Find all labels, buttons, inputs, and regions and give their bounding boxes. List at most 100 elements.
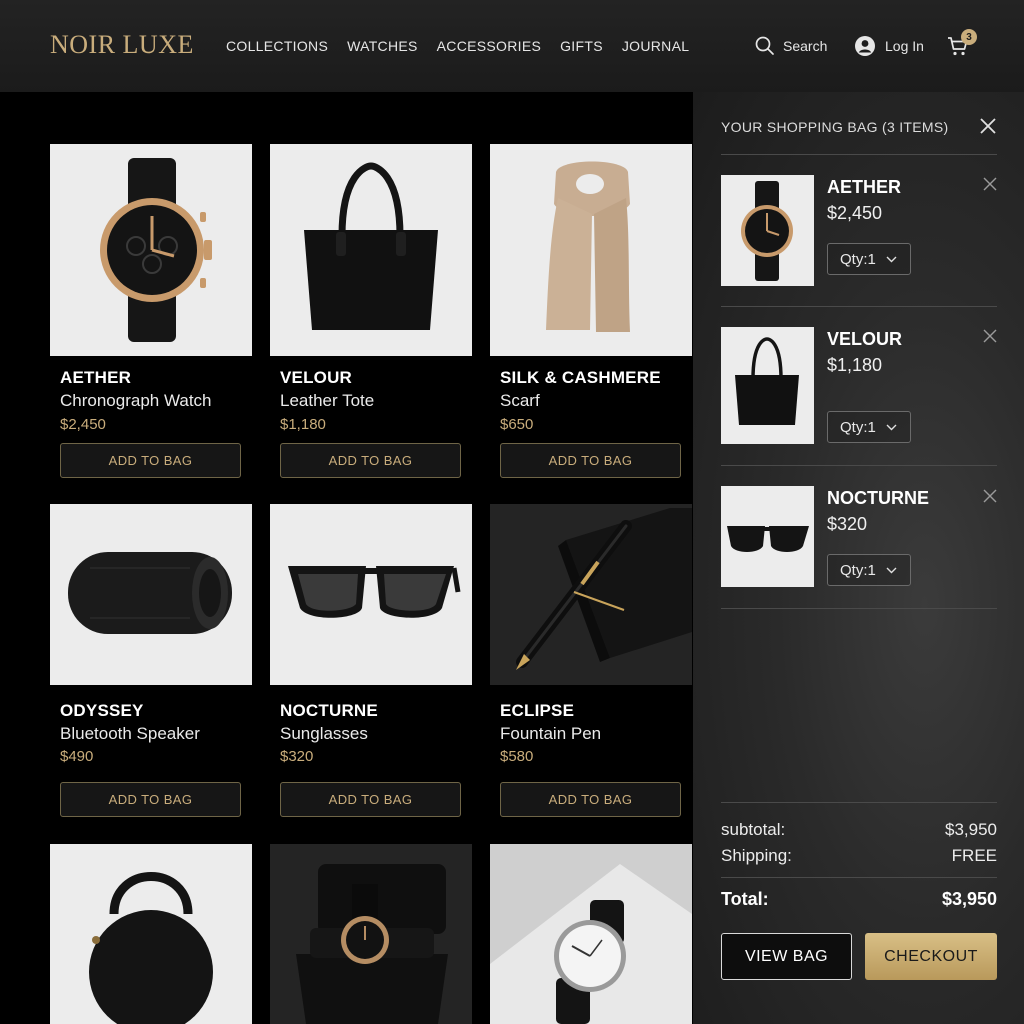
nav-collections[interactable]: COLLECTIONS [226,38,328,54]
drawer-title: YOUR SHOPPING BAG (3 ITEMS) [721,119,949,135]
total-row: Total: $3,950 [721,889,997,910]
product-price: $1,180 [280,416,326,433]
quantity-select[interactable]: Qty:1 [827,554,911,586]
product-brand: SILK & CASHMERE [500,368,661,387]
product-price: $320 [280,748,314,765]
product-name: Leather Tote [280,391,375,410]
scarf-icon [546,161,630,332]
product-image[interactable] [490,504,692,685]
search-icon [755,36,774,55]
bag-item-thumbnail[interactable] [721,175,814,286]
cart-button[interactable]: 3 [946,0,977,92]
search-button[interactable]: Search [755,0,827,92]
subtotal-label: subtotal: [721,820,786,839]
product-image[interactable] [270,504,472,685]
bag-item-thumbnail[interactable] [721,486,814,587]
bag-item: NOCTURNE $320 Qty:1 [721,486,997,588]
search-label: Search [783,38,828,54]
pen-icon [516,508,692,670]
product-image[interactable] [490,844,692,1024]
remove-item-icon[interactable] [983,489,997,503]
nav-watches[interactable]: WATCHES [347,38,418,54]
round-bag-icon [89,872,213,1024]
shipping-row: Shipping: FREE [721,846,997,866]
add-to-bag-button[interactable]: ADD TO BAG [280,443,461,478]
close-icon[interactable] [979,117,997,135]
bag-item-price: $320 [827,514,868,534]
product-price: $490 [60,748,94,765]
sunglasses-icon [288,566,461,618]
product-image[interactable] [490,144,692,356]
product-name: Chronograph Watch [60,391,212,410]
nav-journal[interactable]: JOURNAL [622,38,689,54]
shipping-label: Shipping: [721,846,792,865]
product-card[interactable]: VELOUR Leather Tote $1,180 ADD TO BAG [270,144,472,478]
add-to-bag-button[interactable]: ADD TO BAG [60,443,241,478]
bag-item-thumbnail[interactable] [721,327,814,444]
remove-item-icon[interactable] [983,329,997,343]
chevron-down-icon [886,424,897,430]
shopping-bag-drawer: YOUR SHOPPING BAG (3 ITEMS) AETHER $2,45… [693,92,1024,1024]
product-image[interactable] [270,844,472,1024]
nav-accessories[interactable]: ACCESSORIES [437,38,541,54]
product-brand: ECLIPSE [500,701,575,720]
quantity-value: Qty:1 [840,250,876,268]
bag-item-brand: NOCTURNE [827,488,929,508]
quantity-select[interactable]: Qty:1 [827,243,911,275]
login-button[interactable]: Log In [854,0,924,92]
divider [721,802,997,803]
product-card[interactable] [270,844,472,1024]
product-image[interactable] [50,844,252,1024]
product-card[interactable]: NOCTURNE Sunglasses $320 ADD TO BAG [270,504,472,817]
divider [721,306,997,307]
bag-item-price: $2,450 [827,203,883,223]
product-card[interactable]: ECLIPSE Fountain Pen $580 ADD TO BAG [490,504,692,817]
divider [721,608,997,609]
nav-gifts[interactable]: GIFTS [560,38,603,54]
quantity-select[interactable]: Qty:1 [827,411,911,443]
chevron-down-icon [886,256,897,262]
product-price: $580 [500,748,534,765]
add-to-bag-button[interactable]: ADD TO BAG [500,443,681,478]
subtotal-row: subtotal: $3,950 [721,820,997,840]
shipping-value: FREE [951,846,997,865]
product-brand: VELOUR [280,368,353,387]
quantity-value: Qty:1 [840,418,876,436]
watch-icon [741,181,793,281]
product-name: Bluetooth Speaker [60,724,200,743]
remove-item-icon[interactable] [983,177,997,191]
bag-item-brand: VELOUR [827,329,903,349]
product-card[interactable]: AETHER Chronograph Watch $2,450 ADD TO B… [50,144,252,478]
product-image[interactable] [50,504,252,685]
brand-logo[interactable]: NOIR LUXE [50,30,194,60]
chevron-down-icon [886,567,897,573]
product-image[interactable] [50,144,252,356]
add-to-bag-button[interactable]: ADD TO BAG [60,782,241,817]
total-label: Total: [721,889,769,909]
user-icon [855,36,875,56]
login-label: Log In [885,38,924,54]
product-price: $2,450 [60,416,106,433]
product-card[interactable]: SILK & CASHMERE Scarf $650 ADD TO BAG [490,144,692,478]
product-card[interactable] [490,844,692,1024]
divider [721,154,997,155]
subtotal-value: $3,950 [945,820,997,839]
product-brand: AETHER [60,368,132,387]
watch-icon [100,158,212,342]
quantity-value: Qty:1 [840,561,876,579]
product-image[interactable] [270,144,472,356]
main-nav: COLLECTIONS WATCHES ACCESSORIES GIFTS JO… [226,38,689,54]
product-brand: NOCTURNE [280,701,378,720]
add-to-bag-button[interactable]: ADD TO BAG [500,782,681,817]
bag-item: VELOUR $1,180 Qty:1 [721,327,997,445]
view-bag-button[interactable]: VIEW BAG [721,933,852,980]
checkout-button[interactable]: CHECKOUT [865,933,997,980]
total-value: $3,950 [941,889,997,909]
divider [721,877,997,878]
add-to-bag-button[interactable]: ADD TO BAG [280,782,461,817]
product-price: $650 [500,416,534,433]
product-name: Scarf [500,391,540,410]
product-card[interactable]: ODYSSEY Bluetooth Speaker $490 ADD TO BA… [50,504,252,817]
tote-bag-icon [735,337,799,425]
product-card[interactable] [50,844,252,1024]
